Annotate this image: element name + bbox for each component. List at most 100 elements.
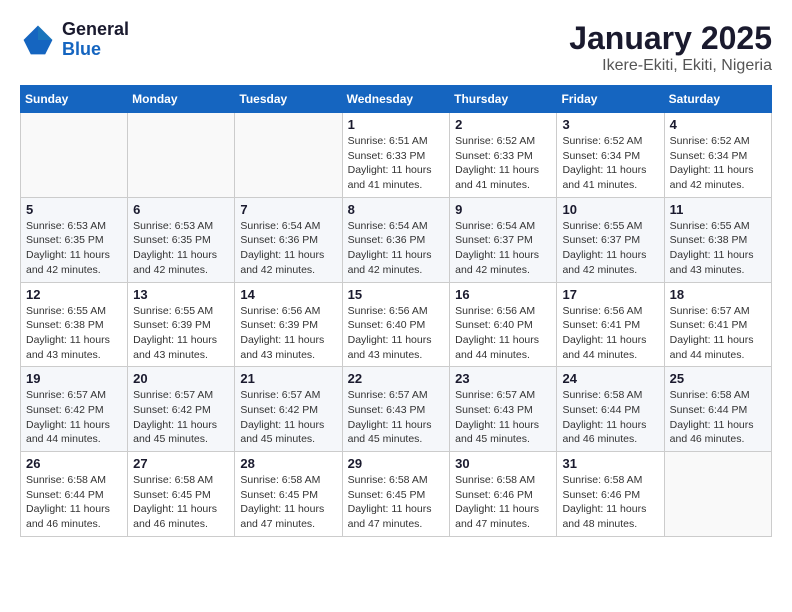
calendar-cell: 4Sunrise: 6:52 AM Sunset: 6:34 PM Daylig… xyxy=(664,113,771,198)
day-info: Sunrise: 6:54 AM Sunset: 6:36 PM Dayligh… xyxy=(240,219,336,278)
calendar-cell: 21 Sunrise: 6:57 AM Sunset: 6:42 PM Dayli… xyxy=(235,367,342,452)
day-number: 24 xyxy=(562,371,658,386)
calendar-cell: 6 Sunrise: 6:53 AM Sunset: 6:35 PM Daylig… xyxy=(128,197,235,282)
weekday-header-tuesday: Tuesday xyxy=(235,86,342,113)
day-info: Sunrise: 6:58 AM Sunset: 6:44 PM Dayligh… xyxy=(670,388,766,447)
day-number: 21 xyxy=(240,371,336,386)
logo-blue: Blue xyxy=(62,39,101,59)
day-info: Sunrise: 6:56 AM Sunset: 6:41 PM Dayligh… xyxy=(562,304,658,363)
day-info: Sunrise: 6:52 AM Sunset: 6:33 PM Dayligh… xyxy=(455,134,551,193)
weekday-header-monday: Monday xyxy=(128,86,235,113)
day-info: Sunrise: 6:57 AM Sunset: 6:42 PM Dayligh… xyxy=(240,388,336,447)
calendar-week-5: 26 Sunrise: 6:58 AM Sunset: 6:44 PM Dayli… xyxy=(21,452,772,537)
calendar-cell: 31Sunrise: 6:58 AM Sunset: 6:46 PM Dayli… xyxy=(557,452,664,537)
day-number: 7 xyxy=(240,202,336,217)
calendar-cell xyxy=(664,452,771,537)
day-info: Sunrise: 6:55 AM Sunset: 6:39 PM Dayligh… xyxy=(133,304,229,363)
day-info: Sunrise: 6:56 AM Sunset: 6:40 PM Dayligh… xyxy=(455,304,551,363)
day-info: Sunrise: 6:55 AM Sunset: 6:38 PM Dayligh… xyxy=(26,304,122,363)
day-info: Sunrise: 6:56 AM Sunset: 6:39 PM Dayligh… xyxy=(240,304,336,363)
day-number: 13 xyxy=(133,287,229,302)
day-info: Sunrise: 6:58 AM Sunset: 6:46 PM Dayligh… xyxy=(455,473,551,532)
day-info: Sunrise: 6:58 AM Sunset: 6:45 PM Dayligh… xyxy=(348,473,445,532)
weekday-header-thursday: Thursday xyxy=(450,86,557,113)
weekday-header-saturday: Saturday xyxy=(664,86,771,113)
weekday-header-row: SundayMondayTuesdayWednesdayThursdayFrid… xyxy=(21,86,772,113)
day-number: 8 xyxy=(348,202,445,217)
day-number: 26 xyxy=(26,456,122,471)
calendar-cell: 1 Sunrise: 6:51 AM Sunset: 6:33 PM Daylig… xyxy=(342,113,450,198)
weekday-header-sunday: Sunday xyxy=(21,86,128,113)
calendar-cell: 12 Sunrise: 6:55 AM Sunset: 6:38 PM Dayli… xyxy=(21,282,128,367)
calendar-cell: 24 Sunrise: 6:58 AM Sunset: 6:44 PM Dayli… xyxy=(557,367,664,452)
calendar-cell: 15 Sunrise: 6:56 AM Sunset: 6:40 PM Dayli… xyxy=(342,282,450,367)
day-info: Sunrise: 6:54 AM Sunset: 6:36 PM Dayligh… xyxy=(348,219,445,278)
calendar-subtitle: Ikere-Ekiti, Ekiti, Nigeria xyxy=(569,57,772,75)
day-info: Sunrise: 6:57 AM Sunset: 6:43 PM Dayligh… xyxy=(348,388,445,447)
calendar-week-3: 12 Sunrise: 6:55 AM Sunset: 6:38 PM Dayli… xyxy=(21,282,772,367)
day-number: 9 xyxy=(455,202,551,217)
day-number: 19 xyxy=(26,371,122,386)
day-info: Sunrise: 6:57 AM Sunset: 6:41 PM Dayligh… xyxy=(670,304,766,363)
day-info: Sunrise: 6:58 AM Sunset: 6:44 PM Dayligh… xyxy=(26,473,122,532)
day-number: 10 xyxy=(562,202,658,217)
day-info: Sunrise: 6:58 AM Sunset: 6:45 PM Dayligh… xyxy=(240,473,336,532)
day-number: 23 xyxy=(455,371,551,386)
day-number: 18 xyxy=(670,287,766,302)
calendar-cell: 2 Sunrise: 6:52 AM Sunset: 6:33 PM Daylig… xyxy=(450,113,557,198)
day-number: 15 xyxy=(348,287,445,302)
calendar-cell: 25 Sunrise: 6:58 AM Sunset: 6:44 PM Dayli… xyxy=(664,367,771,452)
day-info: Sunrise: 6:58 AM Sunset: 6:44 PM Dayligh… xyxy=(562,388,658,447)
day-number: 1 xyxy=(348,117,445,132)
calendar-cell: 8 Sunrise: 6:54 AM Sunset: 6:36 PM Daylig… xyxy=(342,197,450,282)
day-number: 25 xyxy=(670,371,766,386)
day-info: Sunrise: 6:58 AM Sunset: 6:45 PM Dayligh… xyxy=(133,473,229,532)
day-info: Sunrise: 6:55 AM Sunset: 6:37 PM Dayligh… xyxy=(562,219,658,278)
calendar-cell: 14 Sunrise: 6:56 AM Sunset: 6:39 PM Dayli… xyxy=(235,282,342,367)
day-info: Sunrise: 6:53 AM Sunset: 6:35 PM Dayligh… xyxy=(133,219,229,278)
day-info: Sunrise: 6:57 AM Sunset: 6:42 PM Dayligh… xyxy=(133,388,229,447)
calendar-cell: 20 Sunrise: 6:57 AM Sunset: 6:42 PM Dayli… xyxy=(128,367,235,452)
logo-icon xyxy=(20,22,56,58)
calendar-cell: 28 Sunrise: 6:58 AM Sunset: 6:45 PM Dayli… xyxy=(235,452,342,537)
day-number: 28 xyxy=(240,456,336,471)
calendar-cell xyxy=(21,113,128,198)
calendar-cell: 11Sunrise: 6:55 AM Sunset: 6:38 PM Dayli… xyxy=(664,197,771,282)
calendar-cell: 26 Sunrise: 6:58 AM Sunset: 6:44 PM Dayli… xyxy=(21,452,128,537)
calendar-cell: 19 Sunrise: 6:57 AM Sunset: 6:42 PM Dayli… xyxy=(21,367,128,452)
day-number: 3 xyxy=(562,117,658,132)
day-number: 31 xyxy=(562,456,658,471)
day-info: Sunrise: 6:52 AM Sunset: 6:34 PM Dayligh… xyxy=(562,134,658,193)
day-number: 5 xyxy=(26,202,122,217)
day-info: Sunrise: 6:55 AM Sunset: 6:38 PM Dayligh… xyxy=(670,219,766,278)
calendar-title: January 2025 xyxy=(569,20,772,57)
logo-general: General xyxy=(62,19,129,39)
day-info: Sunrise: 6:57 AM Sunset: 6:42 PM Dayligh… xyxy=(26,388,122,447)
day-info: Sunrise: 6:52 AM Sunset: 6:34 PM Dayligh… xyxy=(670,134,766,193)
day-number: 20 xyxy=(133,371,229,386)
calendar-table: SundayMondayTuesdayWednesdayThursdayFrid… xyxy=(20,85,772,537)
day-info: Sunrise: 6:56 AM Sunset: 6:40 PM Dayligh… xyxy=(348,304,445,363)
day-number: 29 xyxy=(348,456,445,471)
calendar-cell: 23 Sunrise: 6:57 AM Sunset: 6:43 PM Dayli… xyxy=(450,367,557,452)
calendar-week-1: 1 Sunrise: 6:51 AM Sunset: 6:33 PM Daylig… xyxy=(21,113,772,198)
logo: General Blue xyxy=(20,20,129,60)
day-info: Sunrise: 6:51 AM Sunset: 6:33 PM Dayligh… xyxy=(348,134,445,193)
day-number: 2 xyxy=(455,117,551,132)
title-block: January 2025 Ikere-Ekiti, Ekiti, Nigeria xyxy=(569,20,772,75)
calendar-week-4: 19 Sunrise: 6:57 AM Sunset: 6:42 PM Dayli… xyxy=(21,367,772,452)
calendar-cell: 29 Sunrise: 6:58 AM Sunset: 6:45 PM Dayli… xyxy=(342,452,450,537)
day-number: 14 xyxy=(240,287,336,302)
calendar-cell: 30Sunrise: 6:58 AM Sunset: 6:46 PM Dayli… xyxy=(450,452,557,537)
calendar-cell xyxy=(235,113,342,198)
day-number: 12 xyxy=(26,287,122,302)
day-number: 16 xyxy=(455,287,551,302)
page-header: General Blue January 2025 Ikere-Ekiti, E… xyxy=(20,20,772,75)
day-number: 6 xyxy=(133,202,229,217)
calendar-cell: 10 Sunrise: 6:55 AM Sunset: 6:37 PM Dayli… xyxy=(557,197,664,282)
calendar-cell: 5Sunrise: 6:53 AM Sunset: 6:35 PM Daylig… xyxy=(21,197,128,282)
day-info: Sunrise: 6:57 AM Sunset: 6:43 PM Dayligh… xyxy=(455,388,551,447)
calendar-header: SundayMondayTuesdayWednesdayThursdayFrid… xyxy=(21,86,772,113)
calendar-body: 1 Sunrise: 6:51 AM Sunset: 6:33 PM Daylig… xyxy=(21,113,772,537)
calendar-cell: 13 Sunrise: 6:55 AM Sunset: 6:39 PM Dayli… xyxy=(128,282,235,367)
